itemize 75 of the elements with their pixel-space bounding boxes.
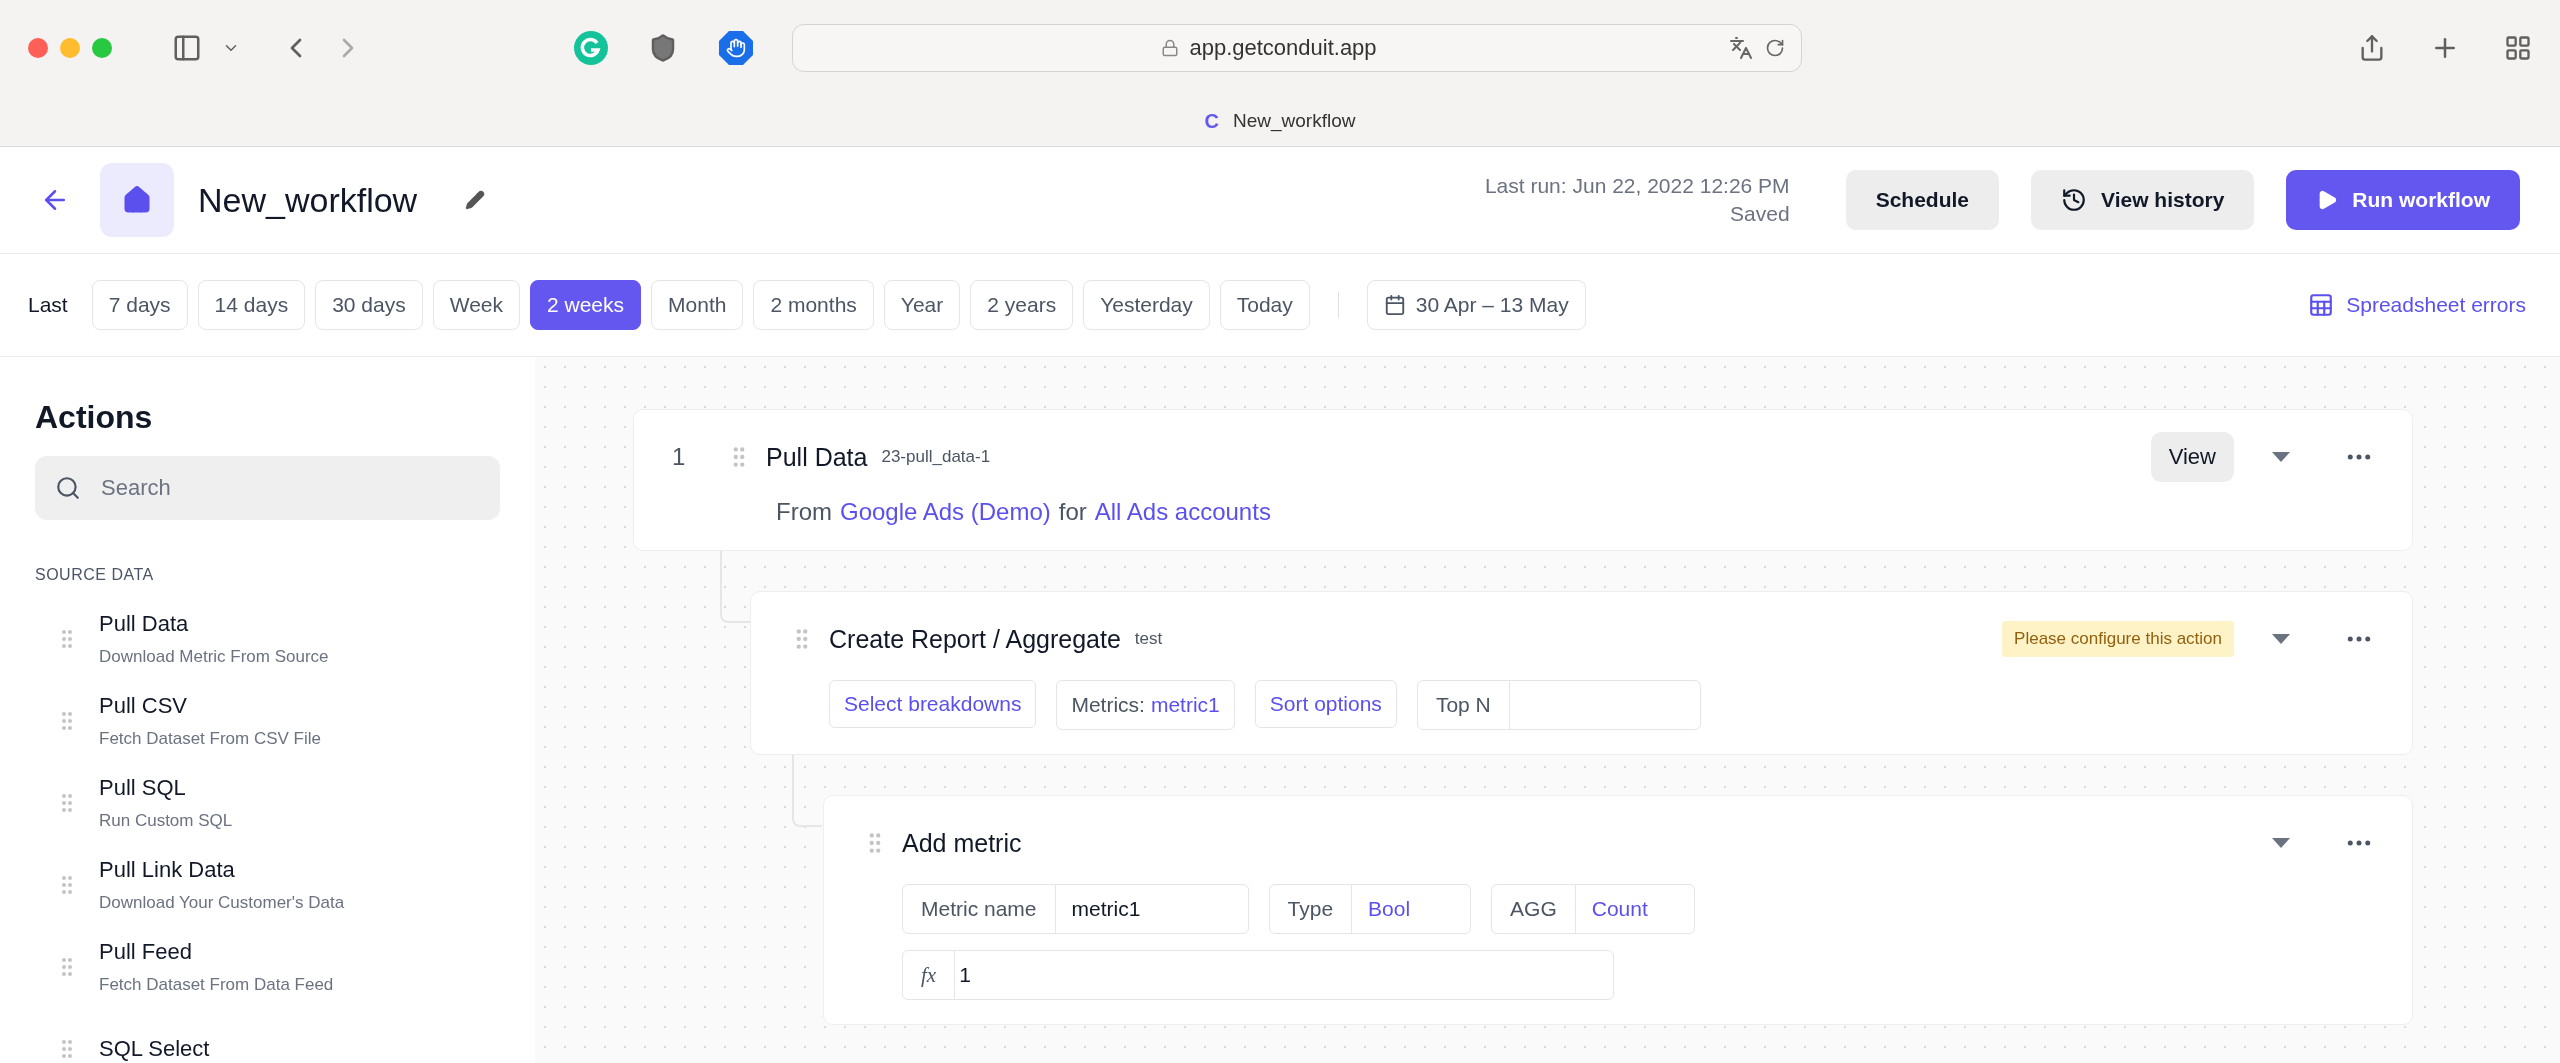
metrics-value: metric1 [1150, 693, 1220, 717]
action-description: Fetch Dataset From Data Feed [99, 975, 334, 995]
date-range-button[interactable]: 30 Apr – 13 May [1366, 280, 1586, 330]
close-button[interactable] [28, 38, 48, 58]
step-tag: 23-pull_data-1 [881, 447, 991, 467]
top-n-field[interactable]: Top N [1416, 680, 1701, 730]
action-description: Download Your Customer's Data [99, 893, 345, 913]
schedule-button[interactable]: Schedule [1845, 170, 1999, 230]
reload-icon[interactable] [1765, 38, 1785, 58]
calendar-icon [1383, 294, 1406, 316]
range-label: Last [28, 293, 68, 317]
step-title: Create Report / Aggregate [829, 624, 1121, 654]
metrics-label: Metrics: [1071, 693, 1145, 717]
action-description: Download Metric From Source [99, 647, 329, 667]
tab-overview-icon[interactable] [2504, 34, 2532, 62]
edit-icon[interactable] [465, 190, 486, 210]
action-description: Fetch Dataset From CSV File [99, 729, 321, 749]
metrics-button[interactable]: Metrics: metric1 [1056, 680, 1235, 730]
caret-icon[interactable] [2272, 452, 2290, 462]
source-description: From Google Ads (Demo) for All Ads accounts [775, 498, 1272, 526]
range-chip[interactable]: Year [883, 280, 961, 330]
account-link[interactable]: All Ads accounts [1094, 498, 1271, 526]
caret-icon[interactable] [2272, 838, 2290, 848]
range-chip[interactable]: 14 days [197, 280, 306, 330]
range-chip[interactable]: 2 years [970, 280, 1074, 330]
sidebar-title: Actions [35, 399, 154, 436]
address-bar[interactable]: app.getconduit.app [792, 24, 1802, 72]
range-chip[interactable]: Month [651, 280, 744, 330]
lock-icon [1161, 39, 1180, 57]
last-run-text: Last run: Jun 22, 2022 12:26 PM [1484, 174, 1790, 198]
step-title: Pull Data [766, 442, 868, 472]
search-field[interactable]: Search [35, 456, 500, 520]
range-chip[interactable]: 2 months [753, 280, 874, 330]
select-field[interactable]: Type Bool [1268, 884, 1472, 934]
action-title[interactable]: Pull CSV [99, 693, 321, 719]
option-button[interactable]: Sort options [1254, 680, 1397, 728]
step-number: 1 [672, 443, 687, 471]
view-button[interactable]: View [2150, 432, 2234, 482]
input-field[interactable]: Metric name metric1 [902, 884, 1249, 934]
run-button[interactable]: Run workflow [2286, 170, 2520, 230]
range-chip[interactable]: 7 days [91, 280, 188, 330]
translate-icon[interactable] [1729, 36, 1753, 60]
action-title[interactable]: Pull Link Data [99, 857, 345, 883]
search-icon [55, 475, 81, 501]
source-link[interactable]: Google Ads (Demo) [840, 498, 1051, 526]
range-chip[interactable]: Today [1219, 280, 1310, 330]
warning-badge: Please configure this action [2002, 621, 2234, 657]
hand-icon[interactable] [718, 30, 754, 66]
workflow-title: New_workflow [198, 180, 418, 220]
spreadsheet-errors-link[interactable]: Spreadsheet errors [2302, 291, 2532, 319]
action-title[interactable]: Pull SQL [99, 775, 233, 801]
sidebar-icon[interactable] [172, 33, 202, 63]
section-heading: SOURCE DATA [35, 566, 155, 584]
home-icon [122, 185, 152, 215]
home-button[interactable] [100, 163, 174, 237]
save-status: Saved [1730, 202, 1790, 226]
range-chip[interactable]: Yesterday [1083, 280, 1210, 330]
tab-title[interactable]: New_workflow [1233, 110, 1356, 132]
caret-icon[interactable] [2272, 634, 2290, 644]
step-tag: test [1134, 629, 1163, 649]
option-button[interactable]: Select breakdowns [829, 680, 1037, 728]
spreadsheet-icon [2308, 292, 2335, 318]
action-title[interactable]: Pull Data [99, 611, 329, 637]
step-title: Add metric [902, 828, 1022, 858]
history-icon [2061, 187, 2087, 213]
action-title[interactable]: Pull Feed [99, 939, 334, 965]
history-button[interactable]: View history [2031, 170, 2255, 230]
action-description: Run Custom SQL [99, 811, 233, 831]
action-title[interactable]: SQL Select [99, 1036, 210, 1062]
range-chip[interactable]: Week [432, 280, 520, 330]
range-chip[interactable]: 30 days [315, 280, 423, 330]
tab-logo: C [1204, 109, 1219, 133]
range-chip[interactable]: 2 weeks [530, 280, 642, 330]
formula-field[interactable]: fx 1 [902, 950, 1614, 1000]
select-field[interactable]: AGG Count [1491, 884, 1695, 934]
